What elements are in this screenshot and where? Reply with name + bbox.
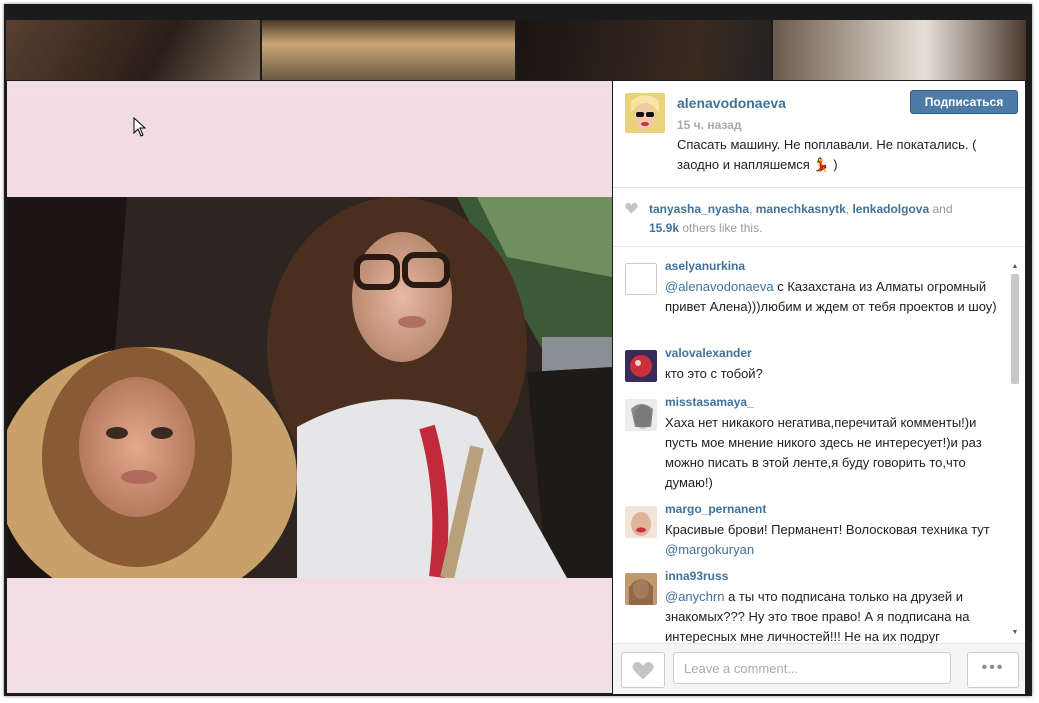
comment-text: @alenavodonaeva с Казахстана из Алматы о…	[665, 277, 1001, 317]
likes-others: others like this.	[679, 221, 763, 235]
comment-text: кто это с тобой?	[665, 366, 763, 381]
comment-text: Красивые брови! Перманент! Волосковая те…	[665, 520, 1001, 560]
comment-text: Хаха нет никакого негатива,перечитай ком…	[665, 415, 982, 490]
commenter-avatar[interactable]	[625, 399, 657, 431]
more-options-button[interactable]: •••	[967, 652, 1019, 688]
separator: ,	[749, 202, 756, 216]
like-button[interactable]	[621, 652, 665, 688]
likes-text: tanyasha_nyasha, manechkasnytk, lenkadol…	[649, 200, 1009, 238]
post-caption: Спасать машину. Не поплавали. Не покатал…	[677, 137, 977, 172]
commenter-username[interactable]: misstasamaya_	[665, 395, 754, 409]
heart-icon	[625, 202, 638, 214]
comment-body: Красивые брови! Перманент! Волосковая те…	[665, 522, 990, 537]
comment-input[interactable]	[673, 652, 951, 684]
comment-footer: •••	[613, 643, 1025, 694]
scroll-down-icon[interactable]: ▼	[1010, 628, 1020, 638]
liker-link[interactable]: tanyasha_nyasha	[649, 202, 749, 216]
commenter-avatar[interactable]	[625, 350, 657, 382]
commenter-username[interactable]: inna93russ	[665, 569, 728, 583]
post-photo	[7, 197, 612, 578]
liker-link[interactable]: lenkadolgova	[852, 202, 929, 216]
scrollbar-thumb[interactable]	[1011, 274, 1019, 384]
follow-button[interactable]: Подписаться	[910, 90, 1018, 114]
likes-and: and	[929, 202, 953, 216]
likes-section: tanyasha_nyasha, manechkasnytk, lenkadol…	[613, 188, 1025, 247]
author-username[interactable]: alenavodonaeva	[677, 95, 786, 111]
commenter-username[interactable]: valovalexander	[665, 346, 752, 360]
commenter-avatar[interactable]	[625, 263, 657, 295]
commenter-avatar[interactable]	[625, 506, 657, 538]
post-header: alenavodonaeva Подписаться 15 ч. назад С…	[613, 81, 1025, 188]
scroll-up-icon[interactable]: ▲	[1010, 262, 1020, 272]
post-timestamp[interactable]: 15 ч. назад	[677, 118, 741, 132]
mention-link[interactable]: @margokuryan	[665, 542, 754, 557]
background-thumbnails	[6, 20, 1026, 80]
likes-count[interactable]: 15.9k	[649, 221, 679, 235]
mention-link[interactable]: @anychrn	[665, 589, 724, 604]
comments-list: aselyanurkina @alenavodonaeva с Казахста…	[613, 253, 1025, 643]
comment-text: @anychrn а ты что подписана только на др…	[665, 587, 1001, 643]
more-icon: •••	[981, 659, 1005, 676]
cursor-icon	[133, 117, 147, 137]
commenter-username[interactable]: aselyanurkina	[665, 259, 745, 273]
commenter-avatar[interactable]	[625, 573, 657, 605]
heart-icon	[632, 662, 654, 680]
author-avatar[interactable]	[625, 93, 665, 133]
liker-link[interactable]: manechkasnytk	[756, 202, 846, 216]
mention-link[interactable]: @alenavodonaeva	[665, 279, 774, 294]
post-sidebar: alenavodonaeva Подписаться 15 ч. назад С…	[613, 81, 1025, 694]
comments-scrollbar[interactable]: ▲ ▼	[1010, 262, 1020, 638]
commenter-username[interactable]: margo_pernanent	[665, 502, 766, 516]
